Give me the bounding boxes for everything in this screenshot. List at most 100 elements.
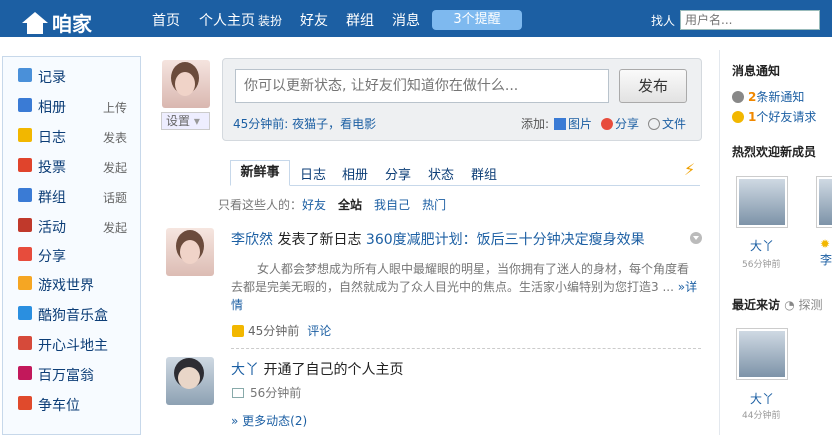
tab-status[interactable]: 状态 [428,164,454,183]
feed-user-name[interactable]: 大丫 [231,362,259,378]
sidebar-item-label: 群组 [38,190,66,206]
feed-article-link[interactable]: 360度减肥计划：饭后三十分钟决定瘦身效果 [366,232,645,248]
nav-messages[interactable]: 消息 [392,10,420,30]
feed-user-name[interactable]: 李欣然 [231,232,273,248]
feed-excerpt-text: 女人都会梦想成为所有人眼中最耀眼的明星，当你拥有了迷人的身材，每个角度看去都是完… [231,262,690,294]
sidebar-item-label: 记录 [38,70,66,86]
filter-self[interactable]: 我自己 [374,198,410,212]
visitor-time: 44分钟前 [742,411,781,421]
feed-action: 开通了自己的个人主页 [263,362,404,378]
sidebar-item-label: 开心斗地主 [38,338,108,354]
member-avatar[interactable] [736,176,788,228]
member-name[interactable]: 大丫 [750,237,774,254]
sidebar-item-action[interactable]: 话题 [103,189,127,206]
sidebar-item-label: 争车位 [38,398,80,414]
journal-icon [232,325,244,337]
visitor-name[interactable]: 大丫 [750,390,774,407]
sidebar: 记录相册 上传日志 发表投票 发起群组 话题活动 发起分享游戏世界酷狗音乐盒开心斗地主百万… [2,56,141,435]
nav-profile[interactable]: 个人主页 [199,10,255,30]
sidebar-item-label: 百万富翁 [38,368,94,384]
sidebar-item-3[interactable]: 投票 发起 [3,155,142,177]
sidebar-item-label: 游戏世界 [38,278,94,294]
feed-filter: 只看这些人的：好友 全站 我自己 热门 [218,196,458,213]
hearts-icon [18,247,32,261]
photo-icon [18,98,32,112]
attach-share[interactable]: 分享 [601,115,639,132]
sidebar-item-action[interactable]: 上传 [103,99,127,116]
nav-decorate[interactable]: 装扮 [258,14,282,28]
filter-friends[interactable]: 好友 [302,198,326,212]
chevron-down-icon: ▾ [193,114,200,128]
music-icon [18,306,32,320]
sidebar-item-label: 相册 [38,100,66,116]
sidebar-item-1[interactable]: 相册 上传 [3,95,142,117]
sidebar-item-action[interactable]: 发起 [103,219,127,236]
settings-button[interactable]: 设置 ▾ [161,112,210,130]
feed-avatar[interactable] [166,357,214,405]
comment-link[interactable]: 评论 [307,324,331,338]
nav-friends[interactable]: 好友 [300,10,328,30]
filter-all[interactable]: 全站 [338,198,362,212]
tab-groups[interactable]: 群组 [471,164,497,183]
tab-fresh[interactable]: 新鲜事 [230,160,290,186]
sidebar-item-4[interactable]: 群组 话题 [3,185,142,207]
welcome-title: 热烈欢迎新成员 [732,145,817,159]
site-logo[interactable]: 咱家 [22,8,92,37]
member-name[interactable]: ✹李 [820,237,832,268]
notice-new[interactable]: 2条新通知 [732,88,804,105]
bubble-icon [18,68,32,82]
attach-file-label: 文件 [662,117,687,131]
game-icon [18,276,32,290]
sidebar-item-label: 日志 [38,130,66,146]
tab-album[interactable]: 相册 [342,164,368,183]
sidebar-item-0[interactable]: 记录 [3,65,142,87]
sidebar-item-7[interactable]: 游戏世界 [3,273,142,295]
visitor-avatar[interactable] [736,328,788,380]
attach-file[interactable]: 文件 [648,115,686,132]
sidebar-item-5[interactable]: 活动 发起 [3,215,142,237]
logo-text: 咱家 [52,12,92,36]
search-input[interactable] [680,10,820,30]
sidebar-item-6[interactable]: 分享 [3,244,142,266]
lightning-icon[interactable]: ⚡ [684,160,695,179]
notice-text: 个好友请求 [756,110,817,124]
filter-hot[interactable]: 热门 [422,198,446,212]
tab-share[interactable]: 分享 [385,164,411,183]
feed-item-title: 李欣然 发表了新日志 360度减肥计划：饭后三十分钟决定瘦身效果 [231,229,645,249]
probe-icon: ◔ [784,298,795,312]
sidebar-item-8[interactable]: 酷狗音乐盒 [3,303,142,325]
sidebar-item-action[interactable]: 发表 [103,129,127,146]
status-panel: 发布 45分钟前: 夜猫子，看电影 添加: 图片 分享 文件 [222,58,702,141]
avatar[interactable] [162,60,210,108]
parking-icon [18,396,32,410]
profile-card-icon [232,388,244,398]
notices-title: 消息通知 [732,64,781,78]
feed-tabs: 新鲜事 日志 相册 分享 状态 群组 ⚡ [230,160,700,186]
visitors-probe[interactable]: ◔ 探测 [784,298,822,312]
sidebar-item-label: 活动 [38,220,66,236]
nav-groups[interactable]: 群组 [346,10,374,30]
status-input[interactable] [235,69,609,103]
handshake-icon [732,111,744,123]
sidebar-item-action[interactable]: 发起 [103,159,127,176]
sidebar-item-label: 酷狗音乐盒 [38,308,108,324]
more-feed-link[interactable]: » 更多动态(2) [231,412,307,429]
member-avatar[interactable] [816,176,832,228]
notice-friend-request[interactable]: 1个好友请求 [732,108,816,125]
chevron-down-icon[interactable] [690,232,702,244]
feed-avatar[interactable] [166,228,214,276]
post-button[interactable]: 发布 [619,69,687,103]
alerts-button[interactable]: 3个提醒 [432,10,522,30]
sidebar-item-10[interactable]: 百万富翁 [3,363,142,385]
tab-journal[interactable]: 日志 [300,164,326,183]
sidebar-item-2[interactable]: 日志 发表 [3,125,142,147]
member-name-text: 李 [820,253,832,267]
nav-home[interactable]: 首页 [152,10,180,30]
sidebar-item-9[interactable]: 开心斗地主 [3,333,142,355]
sun-icon: ✹ [820,237,831,251]
attach-photo[interactable]: 图片 [554,115,592,132]
feed-item-title: 大丫 开通了自己的个人主页 [231,359,403,379]
feed-excerpt: 女人都会梦想成为所有人眼中最耀眼的明星，当你拥有了迷人的身材，每个角度看去都是完… [231,260,699,314]
last-status[interactable]: 45分钟前: 夜猫子，看电影 [233,115,376,132]
sidebar-item-11[interactable]: 争车位 [3,393,142,415]
